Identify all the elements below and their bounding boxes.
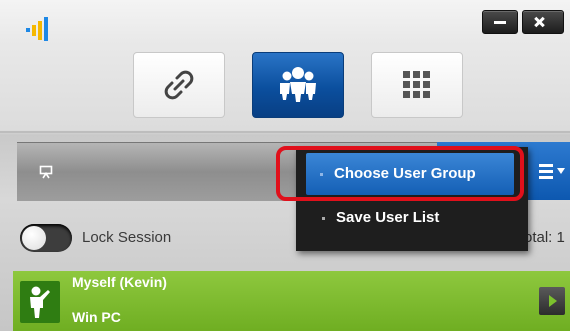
list-menu-button[interactable] [527, 142, 570, 200]
lock-session-label: Lock Session [82, 229, 172, 246]
lock-session-toggle[interactable] [20, 224, 72, 252]
users-mode-button[interactable] [252, 52, 344, 118]
play-icon[interactable] [539, 287, 565, 315]
close-button[interactable] [522, 10, 564, 34]
dropdown-menu: Choose User Group Save User List [296, 147, 528, 251]
link-mode-button[interactable] [133, 52, 225, 118]
signal-bars-logo-icon [26, 16, 50, 42]
toggle-knob [22, 226, 46, 250]
app-window: Lock Session otal: 1 Myself (Kevin) Win … [0, 0, 570, 331]
user-device: Win PC [72, 309, 121, 325]
presentation-icon[interactable] [39, 165, 53, 184]
separator [0, 131, 570, 133]
menu-item-choose-user-group[interactable]: Choose User Group [306, 153, 514, 195]
minimize-button[interactable] [482, 10, 518, 34]
list-menu-icon [539, 164, 553, 182]
link-icon [164, 70, 194, 100]
total-count: otal: 1 [524, 229, 565, 246]
user-name: Myself (Kevin) [72, 274, 167, 290]
chevron-down-icon [557, 168, 565, 174]
presenter-icon [20, 281, 60, 323]
grid-icon [403, 71, 430, 98]
grid-mode-button[interactable] [371, 52, 463, 118]
user-list-item[interactable]: Myself (Kevin) Win PC [13, 271, 570, 331]
menu-item-save-user-list[interactable]: Save User List [296, 197, 528, 239]
users-group-icon [280, 67, 316, 102]
